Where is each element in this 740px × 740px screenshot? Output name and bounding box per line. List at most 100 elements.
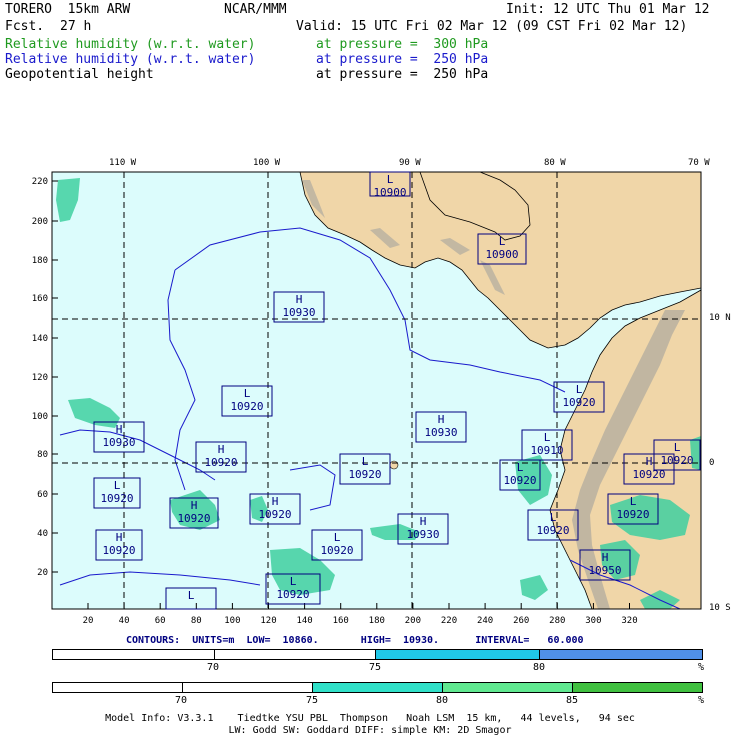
- bottom-tick-label: 200: [405, 616, 421, 626]
- center-type: L: [674, 441, 681, 454]
- colorbar2-label-70: 70: [175, 695, 188, 706]
- left-tick-label: 140: [32, 334, 48, 344]
- colorbar2-seg-2: [312, 682, 443, 693]
- colorbar1-seg-0: [52, 649, 215, 660]
- left-tick-label: 40: [37, 529, 48, 539]
- colorbar2-label-85: 85: [566, 695, 579, 706]
- center-value: 10920: [616, 508, 649, 521]
- center-value: 10930: [424, 426, 457, 439]
- center-value: 10920: [503, 474, 536, 487]
- center-value: 10920: [562, 396, 595, 409]
- colorbar2-seg-3: [442, 682, 573, 693]
- lon-label-110w: 110 W: [109, 158, 137, 168]
- bottom-tick-label: 80: [191, 616, 202, 626]
- center-type: L: [114, 479, 121, 492]
- center-value: 10920: [100, 492, 133, 505]
- center-value: 10950: [588, 564, 621, 577]
- lon-label-70w: 70 W: [688, 158, 710, 168]
- center-type: L: [630, 495, 637, 508]
- left-tick-label: 80: [37, 450, 48, 460]
- bottom-tick-label: 180: [369, 616, 385, 626]
- center-value: 10920: [348, 468, 381, 481]
- center-value: 10920: [632, 468, 665, 481]
- colorbar2-unit: %: [698, 695, 705, 706]
- colorbar2-seg-1: [182, 682, 313, 693]
- center-value: 10920: [204, 456, 237, 469]
- center-type: L: [188, 589, 195, 602]
- bottom-tick-label: 160: [333, 616, 349, 626]
- bottom-tick-label: 40: [119, 616, 130, 626]
- colorbar1-label-80: 80: [533, 662, 546, 673]
- center-value: 10930: [102, 436, 135, 449]
- center-type: H: [420, 515, 427, 528]
- center-value: 10920: [536, 524, 569, 537]
- center-type: H: [116, 423, 123, 436]
- center-value: 10920: [258, 508, 291, 521]
- lat-label-0: 0: [709, 458, 715, 468]
- bottom-tick-label: 320: [621, 616, 637, 626]
- left-tick-label: 200: [32, 217, 48, 227]
- bottom-tick-label: 20: [83, 616, 94, 626]
- center-type: L: [362, 455, 369, 468]
- left-tick-label: 220: [32, 177, 48, 187]
- center-value: 10910: [530, 444, 563, 457]
- center-type: L: [387, 173, 394, 186]
- center-type: H: [218, 443, 225, 456]
- center-type: L: [244, 387, 251, 400]
- center-type: H: [646, 455, 653, 468]
- colorbar1-seg-3: [539, 649, 703, 660]
- left-tick-label: 180: [32, 256, 48, 266]
- colorbar2-seg-4: [572, 682, 703, 693]
- center-value: 10920: [102, 544, 135, 557]
- bottom-tick-label: 280: [549, 616, 565, 626]
- colorbar1-seg-2: [375, 649, 540, 660]
- lat-label-10n: 10 N: [709, 313, 731, 323]
- colorbar2-label-80: 80: [436, 695, 449, 706]
- center-type: L: [550, 511, 557, 524]
- center-value: 10900: [485, 248, 518, 261]
- center-type: L: [334, 531, 341, 544]
- left-tick-label: 60: [37, 490, 48, 500]
- center-value: 10920: [320, 544, 353, 557]
- bottom-tick-label: 100: [224, 616, 240, 626]
- bottom-tick-label: 60: [155, 616, 166, 626]
- lat-label-10s: 10 S: [709, 603, 731, 613]
- center-type: L: [290, 575, 297, 588]
- center-type: H: [438, 413, 445, 426]
- center-value: 10920: [276, 588, 309, 601]
- center-type: L: [517, 461, 524, 474]
- colorbar1-label-75: 75: [369, 662, 382, 673]
- center-type: H: [296, 293, 303, 306]
- bottom-tick-label: 240: [477, 616, 493, 626]
- center-type: L: [499, 235, 506, 248]
- center-value: 10920: [660, 454, 693, 467]
- colorbar2-seg-0: [52, 682, 183, 693]
- center-value: 10930: [406, 528, 439, 541]
- weather-map: 220 200 180 160 140 120 100 80 60 40 20 20 40 60 80 100…: [32, 171, 702, 626]
- bottom-tick-label: 220: [441, 616, 457, 626]
- left-tick-label: 100: [32, 412, 48, 422]
- physics-info: LW: Godd SW: Goddard DIFF: simple KM: 2D…: [228, 725, 512, 736]
- colorbar1-unit: %: [698, 662, 705, 673]
- colorbar1-seg-1: [214, 649, 376, 660]
- center-type: H: [191, 499, 198, 512]
- left-tick-label: 20: [37, 568, 48, 578]
- contour-info: CONTOURS: UNITS=m LOW= 10860. HIGH= 1093…: [126, 635, 584, 646]
- bottom-tick-label: 140: [296, 616, 312, 626]
- lon-label-100w: 100 W: [253, 158, 281, 168]
- left-tick-label: 120: [32, 373, 48, 383]
- center-value: 10930: [282, 306, 315, 319]
- left-tick-label: 160: [32, 294, 48, 304]
- center-type: H: [116, 531, 123, 544]
- model-info: Model Info: V3.3.1 Tiedtke YSU PBL Thomp…: [105, 713, 635, 724]
- center-type: L: [544, 431, 551, 444]
- lon-label-80w: 80 W: [544, 158, 566, 168]
- center-value: 10920: [230, 400, 263, 413]
- colorbar1-label-70: 70: [207, 662, 220, 673]
- center-value: 10900: [373, 186, 406, 199]
- lon-label-90w: 90 W: [399, 158, 421, 168]
- bottom-tick-label: 120: [260, 616, 276, 626]
- colorbar2-label-75: 75: [306, 695, 319, 706]
- center-type: H: [602, 551, 609, 564]
- galapagos-islands: [389, 460, 399, 470]
